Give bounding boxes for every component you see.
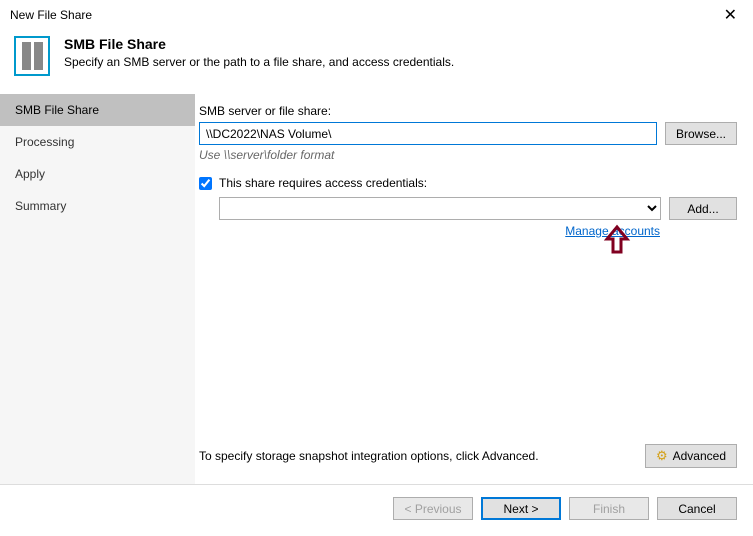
sidebar-item-summary[interactable]: Summary: [0, 190, 195, 222]
close-icon[interactable]: ✕: [718, 5, 743, 25]
server-label: SMB server or file share:: [199, 104, 737, 118]
cancel-button[interactable]: Cancel: [657, 497, 737, 520]
browse-button[interactable]: Browse...: [665, 122, 737, 145]
titlebar: New File Share ✕: [0, 0, 753, 28]
credentials-select[interactable]: [219, 197, 661, 220]
advanced-button-label: Advanced: [673, 449, 726, 463]
manage-accounts-link[interactable]: Manage accounts: [565, 224, 660, 238]
credentials-checkbox[interactable]: [199, 177, 212, 190]
header-subtitle: Specify an SMB server or the path to a f…: [64, 55, 454, 69]
sidebar-item-processing[interactable]: Processing: [0, 126, 195, 158]
add-button[interactable]: Add...: [669, 197, 737, 220]
main-panel: SMB server or file share: Browse... Use …: [195, 94, 753, 484]
gear-icon: ⚙: [656, 448, 668, 464]
footer: < Previous Next > Finish Cancel: [0, 484, 753, 532]
finish-button: Finish: [569, 497, 649, 520]
advanced-button[interactable]: ⚙ Advanced: [645, 444, 737, 468]
credentials-check-row[interactable]: This share requires access credentials:: [199, 176, 737, 190]
server-input[interactable]: [199, 122, 657, 145]
previous-button: < Previous: [393, 497, 473, 520]
advanced-hint: To specify storage snapshot integration …: [199, 449, 539, 463]
credentials-label: This share requires access credentials:: [219, 176, 427, 190]
share-icon: [14, 36, 50, 76]
format-hint: Use \\server\folder format: [199, 148, 737, 162]
sidebar-item-apply[interactable]: Apply: [0, 158, 195, 190]
window-title: New File Share: [10, 8, 92, 22]
header-title: SMB File Share: [64, 36, 454, 52]
next-button[interactable]: Next >: [481, 497, 561, 520]
sidebar-item-smb-file-share[interactable]: SMB File Share: [0, 94, 195, 126]
sidebar: SMB File Share Processing Apply Summary: [0, 94, 195, 484]
header: SMB File Share Specify an SMB server or …: [0, 28, 753, 94]
